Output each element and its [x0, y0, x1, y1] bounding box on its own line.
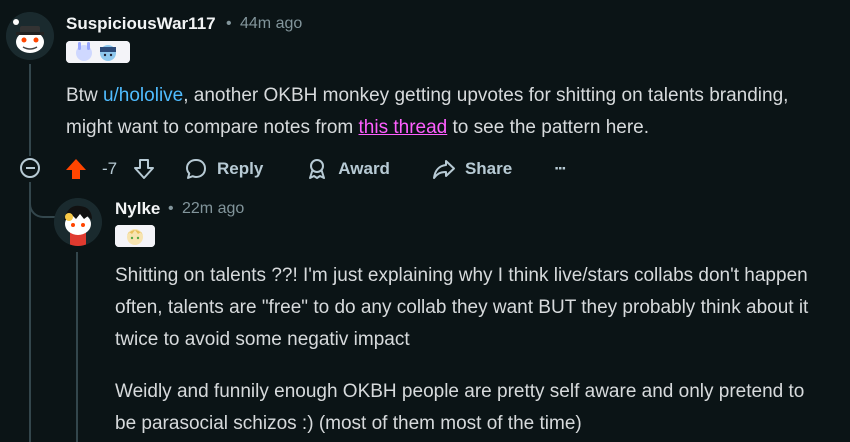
share-button[interactable]: Share [432, 157, 512, 181]
comment-body: Btw u/hololive, another OKBH monkey gett… [66, 80, 836, 144]
overflow-icon: ··· [554, 159, 567, 178]
user-flair [66, 41, 130, 63]
user-flair [115, 225, 155, 247]
meta-separator: • [226, 15, 232, 32]
meta-separator: • [168, 200, 174, 217]
thread-line-reply[interactable] [76, 252, 78, 442]
comment-timestamp[interactable]: 44m ago [240, 15, 302, 33]
vote-score: -7 [102, 159, 118, 178]
upvote-icon [66, 159, 86, 179]
comment-thread: SuspiciousWar117 • 44m ago Btw u/hololiv… [0, 0, 850, 442]
thread-line[interactable] [29, 182, 31, 442]
collapse-icon [25, 167, 35, 169]
award-icon [309, 159, 326, 179]
award-label: Award [338, 159, 390, 178]
downvote-button[interactable] [132, 157, 160, 181]
comment-author[interactable]: Nylke [115, 199, 160, 219]
reply-label: Reply [217, 159, 264, 178]
upvote-button[interactable] [64, 157, 92, 181]
snoo-avatar-icon [6, 12, 54, 60]
reply-paragraph: Weidly and funnily enough OKBH people ar… [115, 381, 805, 434]
body-text-suffix: to see the pattern here. [447, 117, 649, 138]
collapse-thread-button[interactable] [20, 158, 40, 178]
user-mention-link[interactable]: u/hololive [103, 85, 183, 106]
flair-emoji-icon [115, 225, 155, 247]
share-label: Share [464, 159, 513, 178]
avatar[interactable] [6, 12, 54, 60]
overflow-menu-button[interactable]: ··· [554, 159, 567, 179]
avatar[interactable] [54, 198, 102, 246]
reply-icon [186, 159, 206, 179]
thread-link[interactable]: this thread [359, 117, 448, 138]
downvote-icon [134, 159, 154, 179]
snoo-avatar-icon [54, 198, 102, 246]
share-icon [432, 160, 455, 179]
body-text-prefix: Btw [66, 85, 103, 106]
reply-paragraph: Shitting on talents ??! I'm just explain… [115, 265, 809, 350]
comment-timestamp[interactable]: 22m ago [182, 200, 244, 218]
reply-button[interactable]: Reply [184, 157, 263, 181]
thread-branch [29, 182, 55, 218]
flair-emoji-icon [66, 41, 130, 63]
award-button[interactable]: Award [305, 157, 390, 181]
thread-line[interactable] [29, 64, 31, 156]
comment-author[interactable]: SuspiciousWar117 [66, 14, 216, 34]
comment-action-bar: -7 Reply Award Share ··· [64, 154, 567, 184]
